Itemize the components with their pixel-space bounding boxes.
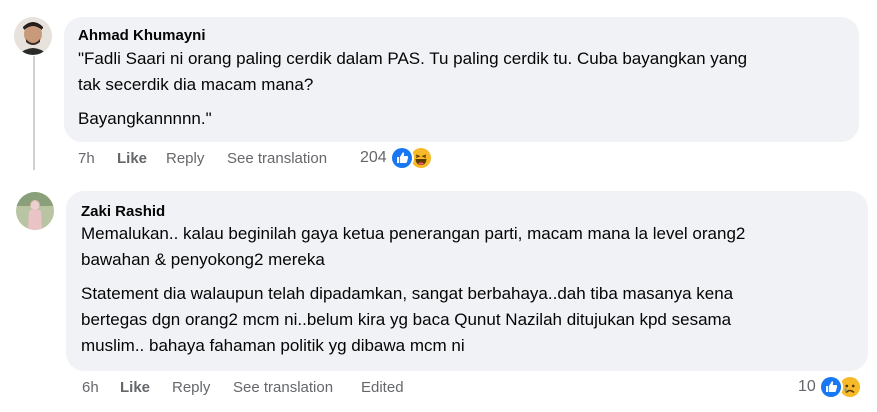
like-icon [818,375,843,399]
comment-author[interactable]: Zaki Rashid [81,203,165,221]
comment-text-line: Bayangkannnnn." [78,109,212,128]
reaction-count: 10 [798,378,816,395]
see-translation-link[interactable]: See translation [233,379,361,396]
comment-text-line: "Fadli Saari ni orang paling cerdik dala… [78,49,748,68]
avatar[interactable] [16,192,54,230]
reaction-summary[interactable]: 10 [798,375,862,399]
edited-label: Edited [361,379,404,396]
comment-text-line: Memalukan.. kalau beginilah gaya ketua p… [81,224,746,243]
reply-button[interactable]: Reply [172,379,233,396]
comment-actions: 7h Like Reply See translation [78,150,327,167]
avatar-photo [14,17,52,55]
reply-thread-line [33,56,35,170]
reply-button[interactable]: Reply [166,150,227,167]
like-icon [389,146,414,170]
comment-time[interactable]: 7h [78,150,117,167]
avatar[interactable] [14,17,52,55]
comment-text-line: bertegas dgn orang2 mcm ni..belum kira y… [81,310,732,329]
comment-text-line: Statement dia walaupun telah dipadamkan,… [81,284,734,303]
comment-author[interactable]: Ahmad Khumayni [78,27,206,45]
reaction-count: 204 [360,149,387,166]
comment-text-line: muslim.. bahaya fahaman politik yg dibaw… [81,336,465,355]
see-translation-link[interactable]: See translation [227,150,327,167]
like-button[interactable]: Like [120,379,172,396]
reaction-summary[interactable]: 204 [360,146,433,170]
comment-actions: 6h Like Reply See translation Edited [82,379,404,396]
comment-bubble: Zaki Rashid Memalukan.. kalau beginilah … [66,191,868,371]
avatar-photo [16,192,54,230]
comment-time[interactable]: 6h [82,379,120,396]
comment-text-line: bawahan & penyokong2 mereka [81,250,325,269]
comment-bubble: Ahmad Khumayni "Fadli Saari ni orang pal… [64,17,859,142]
comment-text-line: tak secerdik dia macam mana? [78,75,314,94]
like-button[interactable]: Like [117,150,166,167]
